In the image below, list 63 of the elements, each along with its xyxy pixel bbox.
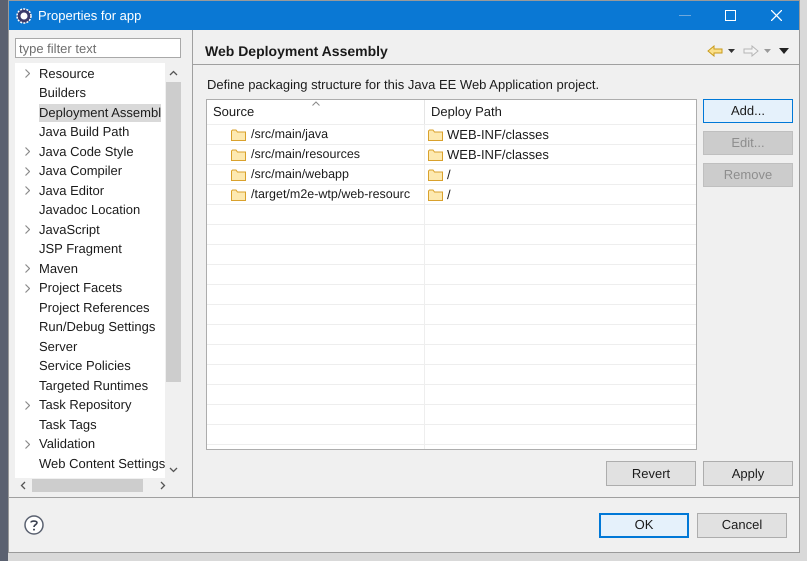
scrollbar-thumb[interactable] <box>166 82 180 382</box>
table-cell[interactable]: /src/main/java <box>207 125 425 144</box>
tree-item[interactable]: Service Policies <box>39 357 131 376</box>
help-icon[interactable] <box>24 515 44 535</box>
scroll-right-icon[interactable] <box>160 480 166 490</box>
folder-icon <box>428 148 443 160</box>
close-icon[interactable] <box>771 10 782 21</box>
tree-item[interactable]: Javadoc Location <box>39 201 140 220</box>
tree-item[interactable]: Web Content Settings <box>39 454 166 473</box>
description-text: Define packaging structure for this Java EE Web Application project. <box>207 77 600 93</box>
tree-item[interactable]: Validation <box>39 435 96 454</box>
scroll-left-icon[interactable] <box>20 480 26 490</box>
table-cell[interactable]: WEB-INF/classes <box>425 125 696 144</box>
folder-icon <box>231 128 246 140</box>
tree-item[interactable]: Task Tags <box>39 416 97 434</box>
tree-item[interactable]: Maven <box>39 260 78 278</box>
menu-dropdown-icon[interactable] <box>779 48 789 54</box>
column-header[interactable]: Deploy Path <box>425 100 696 124</box>
folder-icon <box>231 148 246 160</box>
tree-item[interactable]: Server <box>39 338 78 356</box>
tree-item[interactable]: Project Facets <box>39 279 122 298</box>
tree-item[interactable]: Java Code Style <box>39 142 134 161</box>
table-cell[interactable]: /src/main/webapp <box>207 165 425 184</box>
table-cell[interactable]: /src/main/resources <box>207 145 425 164</box>
forward-arrow-icon[interactable] <box>743 45 759 57</box>
tree-item[interactable]: Deployment Assembl <box>39 104 162 122</box>
tree-item[interactable]: Java Compiler <box>39 162 122 180</box>
column-header[interactable]: Source <box>207 100 425 124</box>
folder-icon <box>231 188 246 200</box>
tree-item[interactable]: Java Build Path <box>39 123 130 142</box>
table-cell[interactable]: /target/m2e-wtp/web-resourc <box>207 185 425 204</box>
gear-icon <box>16 8 32 24</box>
dialog-button[interactable]: Cancel <box>697 512 787 538</box>
folder-icon <box>428 188 443 200</box>
tree-item[interactable]: Run/Debug Settings <box>39 318 156 336</box>
folder-icon <box>231 168 246 180</box>
back-arrow-icon[interactable] <box>707 45 723 57</box>
tree-item[interactable]: JavaScript <box>39 220 100 239</box>
action-button[interactable]: Apply <box>703 461 793 486</box>
folder-icon <box>428 128 443 140</box>
table-cell[interactable]: / <box>425 165 696 184</box>
tree-item[interactable]: Java Editor <box>39 182 104 200</box>
dropdown-icon[interactable] <box>728 49 735 53</box>
tree-item[interactable]: JSP Fragment <box>39 240 122 258</box>
tree-item[interactable]: Resource <box>39 64 95 83</box>
tree-item[interactable]: Project References <box>39 298 150 317</box>
scrollbar-thumb[interactable] <box>32 478 143 492</box>
tree-item[interactable]: Builders <box>39 84 86 102</box>
action-button[interactable]: Add... <box>703 99 793 123</box>
scroll-down-icon[interactable] <box>168 467 178 473</box>
window-title: Properties for app <box>38 6 142 25</box>
maximize-icon[interactable] <box>725 10 736 21</box>
tree-item[interactable]: Task Repository <box>39 396 132 414</box>
page-title: Web Deployment Assembly <box>205 42 388 61</box>
folder-icon <box>428 168 443 180</box>
table-cell[interactable]: WEB-INF/classes <box>425 145 696 164</box>
table-cell[interactable]: / <box>425 185 696 204</box>
filter-field[interactable]: type filter text <box>15 38 181 58</box>
tree-item[interactable]: Targeted Runtimes <box>39 376 148 395</box>
scroll-up-icon[interactable] <box>168 70 178 76</box>
dialog-button[interactable]: OK <box>599 512 689 538</box>
action-button[interactable]: Revert <box>606 461 696 486</box>
minimize-icon[interactable] <box>679 14 691 16</box>
